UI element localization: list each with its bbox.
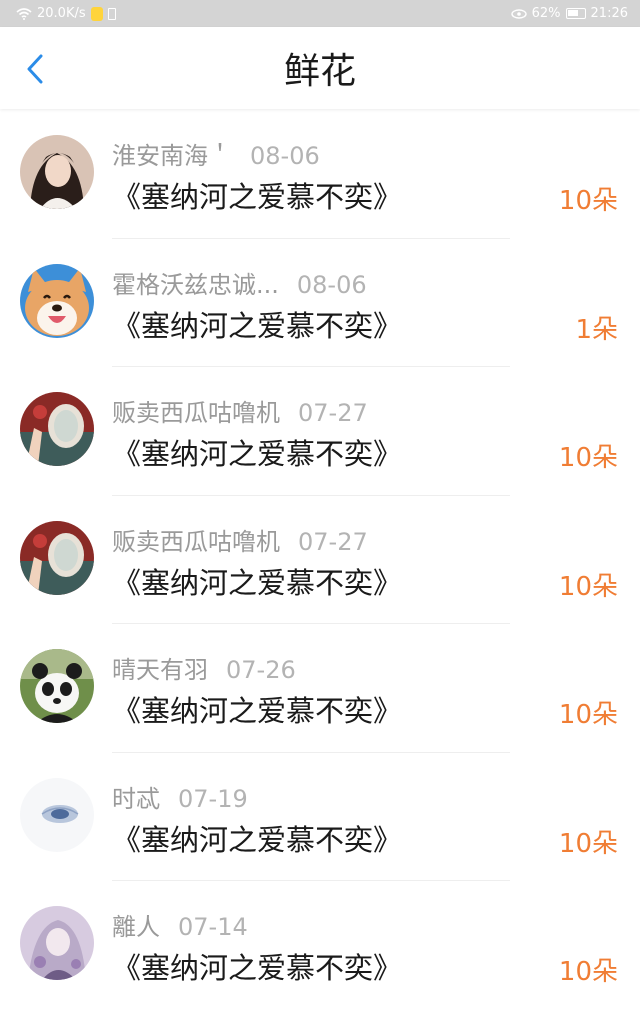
status-bar: 20.0K/s 62% 21:26 (0, 0, 640, 27)
avatar[interactable] (20, 520, 94, 595)
clock: 21:26 (590, 6, 628, 21)
flower-list: 淮安南海＇ 08-06 《塞纳河之爱慕不奕》 10朵 霍格沃兹忠诚... 08-06… (0, 110, 640, 1010)
sender-line: 贩卖西瓜咕噜机 07-27 (112, 393, 368, 428)
network-speed: 20.0K/s (37, 6, 86, 21)
sender-line: 離人 07-14 (112, 907, 248, 942)
gift-name: 《塞纳河之爱慕不奕》 (112, 308, 403, 343)
battery-percent: 62% (531, 6, 561, 21)
send-date: 07-14 (178, 913, 248, 941)
send-date: 07-27 (298, 399, 368, 427)
sender-line: 霍格沃兹忠诚... 08-06 (112, 265, 367, 300)
sender-name: 淮安南海＇ (112, 142, 232, 170)
list-item[interactable]: 淮安南海＇ 08-06 《塞纳河之爱慕不奕》 10朵 (0, 110, 640, 239)
list-item[interactable]: 離人 07-14 《塞纳河之爱慕不奕》 10朵 (0, 881, 640, 1010)
avatar[interactable] (20, 906, 94, 980)
eye-comfort-icon (510, 8, 527, 19)
sender-name: 霍格沃兹忠诚... (112, 270, 279, 299)
gift-name: 《塞纳河之爱慕不奕》 (112, 951, 403, 985)
header: 鲜花 (0, 27, 640, 109)
send-date: 08-06 (296, 270, 367, 299)
avatar[interactable] (20, 777, 94, 852)
gift-name: 《塞纳河之爱慕不奕》 (112, 694, 403, 728)
sender-name: 时忒 (112, 784, 160, 813)
gift-count: 10朵 (558, 571, 618, 602)
gift-name: 《塞纳河之爱慕不奕》 (112, 180, 403, 214)
gift-count: 10朵 (558, 828, 618, 859)
page-title: 鲜花 (283, 51, 356, 92)
avatar[interactable] (20, 392, 94, 466)
sender-line: 淮安南海＇ 08-06 (112, 136, 320, 171)
gift-name: 《塞纳河之爱慕不奕》 (112, 822, 403, 857)
list-item[interactable]: 贩卖西瓜咕噜机 07-27 《塞纳河之爱慕不奕》 10朵 (0, 367, 640, 496)
send-date: 07-27 (298, 527, 368, 556)
back-button[interactable] (18, 52, 52, 86)
sender-name: 離人 (112, 913, 160, 941)
gift-count: 10朵 (558, 186, 618, 216)
avatar[interactable] (20, 649, 94, 723)
avatar[interactable] (20, 135, 94, 209)
sender-name: 贩卖西瓜咕噜机 (112, 527, 280, 556)
send-date: 08-06 (250, 142, 320, 170)
send-date: 07-19 (178, 784, 248, 813)
sender-line: 贩卖西瓜咕噜机 07-27 (112, 522, 368, 557)
sender-line: 晴天有羽 07-26 (112, 650, 296, 685)
gift-count: 1朵 (575, 314, 618, 345)
gift-count: 10朵 (558, 957, 618, 987)
chevron-left-icon (27, 54, 43, 84)
sender-line: 时忒 07-19 (112, 779, 248, 814)
gift-name: 《塞纳河之爱慕不奕》 (112, 437, 403, 471)
list-item[interactable]: 晴天有羽 07-26 《塞纳河之爱慕不奕》 10朵 (0, 624, 640, 753)
list-item[interactable]: 贩卖西瓜咕噜机 07-27 《塞纳河之爱慕不奕》 10朵 (0, 496, 640, 624)
gift-name: 《塞纳河之爱慕不奕》 (112, 565, 403, 600)
notification-app-icon (90, 6, 103, 21)
sender-name: 贩卖西瓜咕噜机 (112, 399, 280, 427)
battery-icon (565, 8, 586, 19)
avatar[interactable] (20, 263, 94, 338)
wifi-icon (16, 7, 32, 20)
list-item[interactable]: 霍格沃兹忠诚... 08-06 《塞纳河之爱慕不奕》 1朵 (0, 239, 640, 367)
gift-count: 10朵 (558, 443, 618, 473)
send-date: 07-26 (226, 656, 296, 684)
sender-name: 晴天有羽 (112, 656, 208, 684)
gift-count: 10朵 (558, 700, 618, 730)
sim-card-icon (107, 7, 116, 20)
list-item[interactable]: 时忒 07-19 《塞纳河之爱慕不奕》 10朵 (0, 753, 640, 881)
